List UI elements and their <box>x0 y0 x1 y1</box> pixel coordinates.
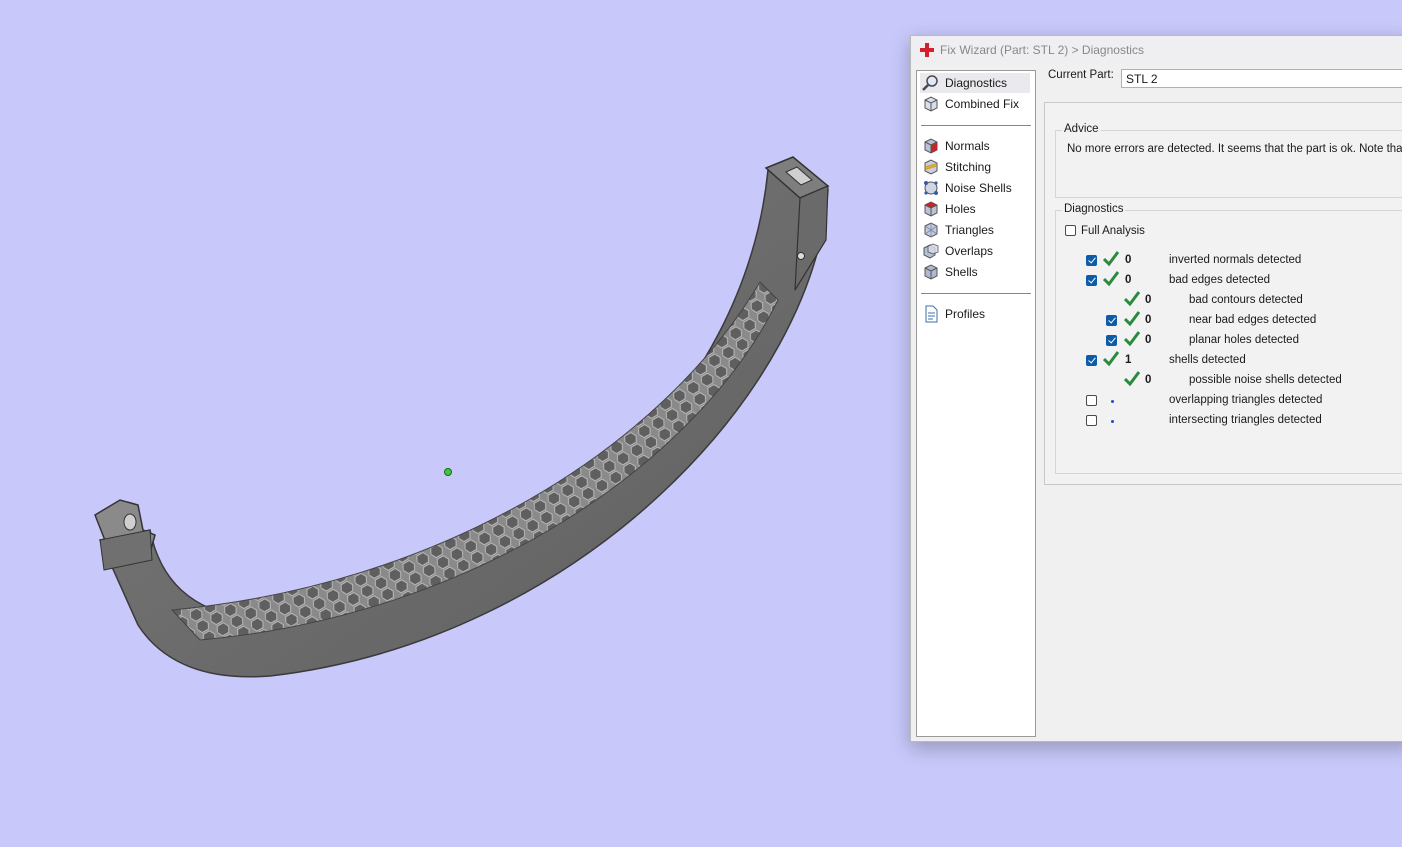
nav-label: Profiles <box>945 307 986 321</box>
nav-label: Holes <box>945 202 976 216</box>
diagnostics-title: Diagnostics <box>1062 203 1126 215</box>
overlaps-cube-icon <box>923 243 939 259</box>
triangles-cube-icon <box>924 222 938 238</box>
overlapping-triangles-checkbox[interactable] <box>1086 395 1097 406</box>
advice-group: Advice No more errors are detected. It s… <box>1055 123 1402 198</box>
nav-item-holes[interactable]: Holes <box>920 199 1030 219</box>
pending-dot-icon <box>1111 400 1114 403</box>
nav-label: Noise Shells <box>945 181 1012 195</box>
stitching-cube-icon <box>924 159 938 175</box>
3d-viewport[interactable] <box>0 0 910 847</box>
nav-item-triangles[interactable]: Triangles <box>920 220 1030 240</box>
shells-count: 1 <box>1125 354 1132 366</box>
shells-cube-icon <box>924 264 938 280</box>
full-analysis-checkbox[interactable] <box>1065 225 1076 236</box>
nav-label: Stitching <box>945 160 992 174</box>
green-check-icon <box>1124 311 1140 327</box>
nav-label: Combined Fix <box>945 97 1020 111</box>
dialog-title: Fix Wizard (Part: STL 2) > Diagnostics <box>940 43 1144 57</box>
bad-edges-checkbox[interactable] <box>1086 275 1097 286</box>
profiles-document-icon <box>925 305 938 323</box>
intersecting-triangles-label: intersecting triangles detected <box>1169 414 1322 426</box>
combined-fix-icon <box>924 96 938 112</box>
nav-divider <box>921 293 1031 294</box>
nav-item-stitching[interactable]: Stitching <box>920 157 1030 177</box>
nav-item-profiles[interactable]: Profiles <box>920 304 1030 324</box>
near-bad-edges-checkbox[interactable] <box>1106 315 1117 326</box>
nav-label: Shells <box>945 265 978 279</box>
red-cross-icon <box>920 43 934 57</box>
noise-shells-count: 0 <box>1145 374 1152 386</box>
headband-model[interactable] <box>0 0 910 847</box>
overlapping-triangles-label: overlapping triangles detected <box>1169 394 1323 406</box>
inverted-normals-label: inverted normals detected <box>1169 254 1302 266</box>
normals-cube-icon <box>924 138 938 154</box>
full-analysis-label: Full Analysis <box>1081 225 1145 237</box>
nav-item-diagnostics[interactable]: Diagnostics <box>920 73 1030 93</box>
near-bad-edges-label: near bad edges detected <box>1189 314 1317 326</box>
near-bad-edges-count: 0 <box>1145 314 1152 326</box>
diagnostics-group: Diagnostics Full Analysis 0 inverted nor… <box>1055 203 1402 474</box>
shells-checkbox[interactable] <box>1086 355 1097 366</box>
green-check-icon <box>1103 351 1119 367</box>
planar-holes-count: 0 <box>1145 334 1152 346</box>
inverted-normals-checkbox[interactable] <box>1086 255 1097 266</box>
bad-contours-count: 0 <box>1145 294 1152 306</box>
nav-label: Overlaps <box>945 244 994 258</box>
nav-label: Normals <box>945 139 990 153</box>
bad-edges-label: bad edges detected <box>1169 274 1271 286</box>
holes-cube-icon <box>924 201 938 217</box>
pending-dot-icon <box>1111 420 1114 423</box>
green-check-icon <box>1103 251 1119 267</box>
green-check-icon <box>1124 331 1140 347</box>
bad-contours-label: bad contours detected <box>1189 294 1303 306</box>
nav-label: Diagnostics <box>945 76 1008 90</box>
nav-item-normals[interactable]: Normals <box>920 136 1030 156</box>
advice-text: No more errors are detected. It seems th… <box>1067 143 1402 155</box>
bad-edges-count: 0 <box>1125 274 1132 286</box>
current-part-field[interactable]: STL 2 <box>1121 69 1402 88</box>
fix-wizard-nav: Diagnostics Combined Fix Normals Stitchi… <box>916 70 1036 737</box>
nav-item-noise-shells[interactable]: Noise Shells <box>920 178 1030 198</box>
advice-title: Advice <box>1062 123 1101 135</box>
noise-shells-icon <box>924 181 938 195</box>
green-check-icon <box>1103 271 1119 287</box>
magnifier-icon <box>922 75 938 91</box>
intersecting-triangles-checkbox[interactable] <box>1086 415 1097 426</box>
nav-item-shells[interactable]: Shells <box>920 262 1030 282</box>
dialog-title-bar[interactable]: Fix Wizard (Part: STL 2) > Diagnostics <box>911 36 1402 64</box>
current-part-label: Current Part: <box>1048 69 1114 81</box>
fix-wizard-dialog: Fix Wizard (Part: STL 2) > Diagnostics D… <box>910 35 1402 742</box>
diagnostics-panel: Advice No more errors are detected. It s… <box>1044 102 1402 485</box>
nav-divider <box>921 125 1031 126</box>
planar-holes-label: planar holes detected <box>1189 334 1299 346</box>
inverted-normals-count: 0 <box>1125 254 1132 266</box>
nav-label: Triangles <box>945 223 994 237</box>
noise-shells-label: possible noise shells detected <box>1189 374 1342 386</box>
green-check-icon <box>1124 371 1140 387</box>
planar-holes-checkbox[interactable] <box>1106 335 1117 346</box>
nav-item-combined-fix[interactable]: Combined Fix <box>920 94 1030 114</box>
green-check-icon <box>1124 291 1140 307</box>
shells-label: shells detected <box>1169 354 1246 366</box>
nav-item-overlaps[interactable]: Overlaps <box>920 241 1030 261</box>
